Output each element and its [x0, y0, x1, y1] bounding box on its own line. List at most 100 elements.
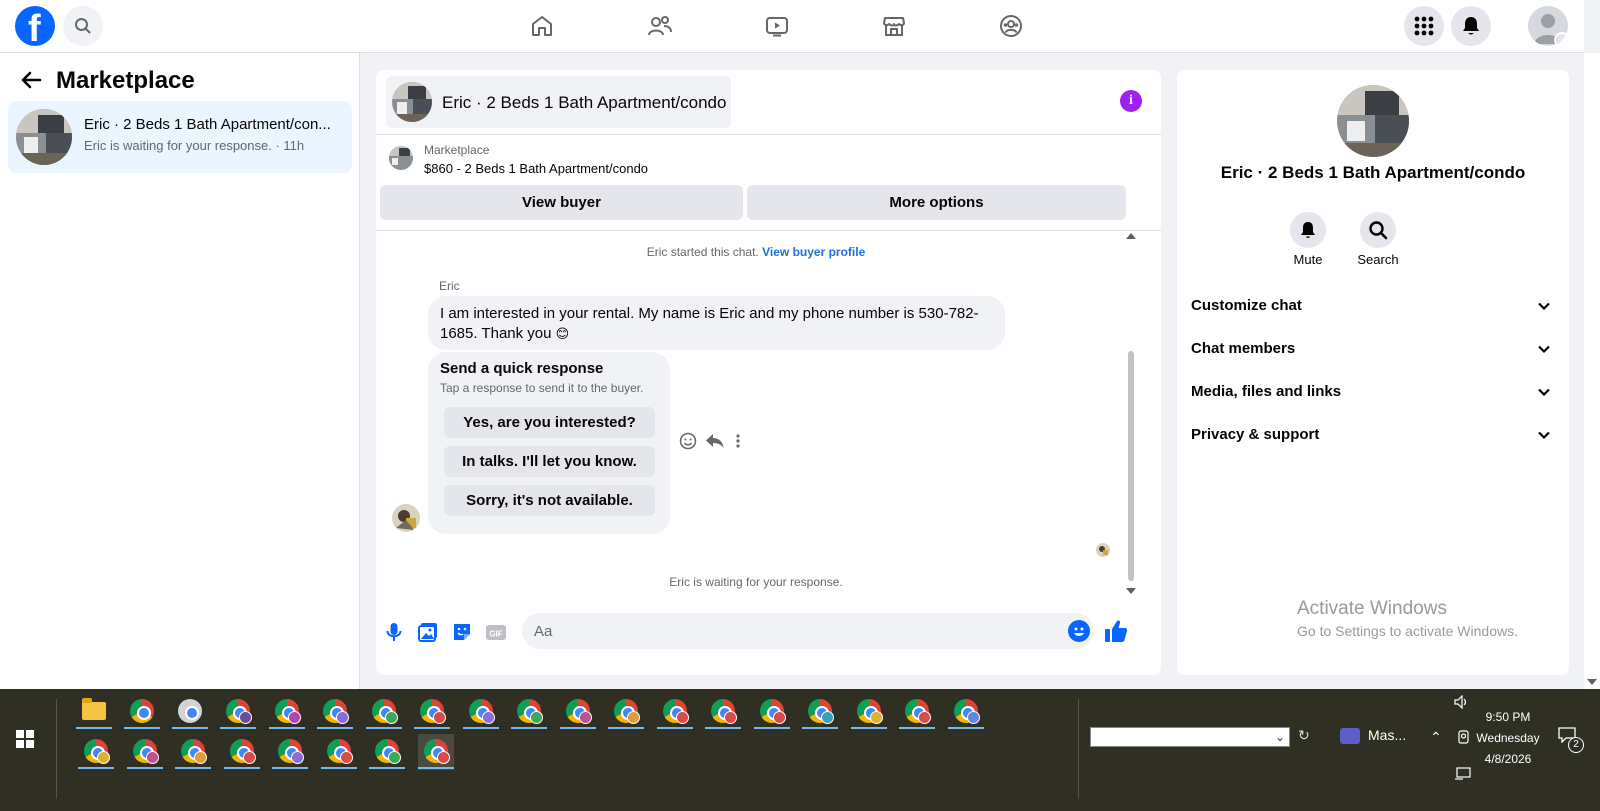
- page-scrollbar[interactable]: [1584, 53, 1600, 689]
- menu-button[interactable]: [1404, 6, 1444, 46]
- chrome-profile-icon[interactable]: [320, 734, 357, 770]
- sticker-icon[interactable]: [451, 621, 473, 643]
- microphone-icon[interactable]: [383, 621, 405, 643]
- listing-name[interactable]: $860 - 2 Beds 1 Bath Apartment/condo: [424, 161, 648, 176]
- chevron-down-icon: [1538, 302, 1550, 311]
- message-input[interactable]: [522, 613, 1094, 649]
- customize-chat-section[interactable]: Customize chat: [1191, 287, 1555, 327]
- thumbs-up-icon[interactable]: [1103, 618, 1129, 644]
- running-indicator: [320, 767, 357, 769]
- chevron-down-icon: [1538, 388, 1550, 397]
- photo-icon[interactable]: [417, 621, 439, 643]
- chrome-profile-icon[interactable]: [802, 694, 838, 730]
- chrome-profile-icon[interactable]: [559, 694, 596, 730]
- sender-avatar[interactable]: [392, 504, 420, 532]
- quick-response-card: Send a quick response Tap a response to …: [428, 352, 670, 534]
- chrome-profile-icon[interactable]: [78, 734, 114, 770]
- nav-home[interactable]: [522, 6, 562, 46]
- info-icon[interactable]: i: [1120, 90, 1142, 112]
- scroll-down-arrow[interactable]: [1126, 588, 1136, 594]
- view-buyer-button[interactable]: View buyer: [380, 185, 743, 220]
- profile-badge: [194, 751, 207, 764]
- chrome-profile-icon[interactable]: [947, 694, 984, 730]
- file-explorer-icon[interactable]: [76, 694, 112, 730]
- chat-header[interactable]: Eric · 2 Beds 1 Bath Apartment/condo: [386, 76, 731, 128]
- chrome-profile-icon[interactable]: [462, 694, 499, 730]
- menu-grid-icon: [1414, 16, 1434, 36]
- chrome-profile-icon[interactable]: [414, 694, 450, 730]
- nav-video[interactable]: [757, 6, 797, 46]
- chrome-profile-icon[interactable]: [317, 694, 353, 730]
- running-indicator: [753, 727, 790, 729]
- scroll-thumb[interactable]: [1128, 351, 1134, 581]
- media-files-links-section[interactable]: Media, files and links: [1191, 373, 1555, 413]
- windows-start-icon[interactable]: [16, 730, 34, 748]
- chrome-profile-icon[interactable]: [220, 694, 256, 730]
- notifications-button[interactable]: [1451, 6, 1491, 46]
- profile-badge: [481, 711, 495, 724]
- more-options-button[interactable]: More options: [747, 185, 1126, 220]
- quick-response-option[interactable]: In talks. I'll let you know.: [444, 446, 655, 477]
- chrome-profile-icon[interactable]: [223, 734, 260, 770]
- left-panel: Marketplace Eric · 2 Beds 1 Bath Apartme…: [0, 53, 360, 689]
- emoji-icon[interactable]: [1068, 620, 1090, 642]
- refresh-icon[interactable]: ↻: [1298, 727, 1316, 747]
- listing-thumbnail: [16, 109, 72, 165]
- system-clock[interactable]: 9:50 PM Wednesday 4/8/2026: [1462, 707, 1554, 770]
- profile-badge: [918, 711, 931, 724]
- chrome-profile-icon[interactable]: [268, 694, 305, 730]
- more-icon[interactable]: [735, 432, 741, 455]
- privacy-support-section[interactable]: Privacy & support: [1191, 416, 1555, 456]
- message-bubble[interactable]: I am interested in your rental. My name …: [428, 296, 1005, 350]
- running-indicator: [511, 727, 547, 729]
- chrome-profile-icon[interactable]: [124, 694, 160, 730]
- quick-response-option[interactable]: Yes, are you interested?: [444, 407, 655, 438]
- nav-groups[interactable]: [991, 6, 1031, 46]
- profile-badge: [966, 711, 980, 724]
- scroll-down-arrow[interactable]: [1587, 679, 1597, 685]
- gif-icon[interactable]: GIF: [485, 621, 507, 643]
- chrome-profile-icon[interactable]: [850, 694, 887, 730]
- profile-badge: [97, 751, 110, 764]
- top-navigation-bar: f: [0, 0, 1584, 53]
- react-icon[interactable]: [679, 432, 697, 455]
- facebook-logo[interactable]: f: [15, 6, 55, 50]
- snipping-tool-icon[interactable]: [172, 694, 208, 730]
- chrome-profile-icon[interactable]: [417, 734, 454, 770]
- chrome-icon: [130, 699, 154, 723]
- reply-icon[interactable]: [705, 432, 725, 455]
- chrome-profile-icon[interactable]: [369, 734, 405, 770]
- nav-friends[interactable]: [639, 6, 679, 46]
- chevron-down-icon[interactable]: ⌄: [1275, 730, 1285, 744]
- chrome-profile-icon[interactable]: [753, 694, 790, 730]
- mute-label: Mute: [1293, 252, 1323, 267]
- nav-marketplace[interactable]: [874, 6, 914, 46]
- chrome-profile-icon[interactable]: [365, 694, 402, 730]
- view-buyer-profile-link[interactable]: View buyer profile: [762, 245, 865, 259]
- back-arrow-icon[interactable]: [20, 69, 42, 91]
- chrome-profile-icon[interactable]: [272, 734, 308, 770]
- action-center-button[interactable]: 2: [1558, 727, 1584, 753]
- chat-scrollbar[interactable]: [1124, 231, 1138, 596]
- chevron-down-icon: [1538, 345, 1550, 354]
- chrome-profile-icon[interactable]: [608, 694, 644, 730]
- search-in-chat-button[interactable]: Search: [1348, 212, 1408, 267]
- tool-glyph: [178, 699, 202, 723]
- chrome-profile-icon[interactable]: [175, 734, 211, 770]
- search-button[interactable]: [63, 6, 103, 46]
- scroll-up-arrow[interactable]: [1126, 233, 1136, 239]
- search-label: Search: [1357, 252, 1399, 267]
- taskbar-app-button[interactable]: Mas...: [1340, 727, 1406, 745]
- chrome-profile-icon[interactable]: [899, 694, 935, 730]
- chrome-profile-icon[interactable]: [705, 694, 741, 730]
- account-avatar[interactable]: [1528, 6, 1568, 46]
- conversation-item[interactable]: Eric · 2 Beds 1 Bath Apartment/con... Er…: [8, 101, 352, 173]
- quick-response-option[interactable]: Sorry, it's not available.: [444, 485, 655, 516]
- chrome-profile-icon[interactable]: [511, 694, 547, 730]
- taskbar-address-box[interactable]: ⌄: [1090, 727, 1290, 747]
- chat-members-section[interactable]: Chat members: [1191, 330, 1555, 370]
- chrome-profile-icon[interactable]: [656, 694, 693, 730]
- show-hidden-icons-chevron-icon[interactable]: ⌃: [1430, 729, 1442, 746]
- mute-button[interactable]: Mute: [1278, 212, 1338, 267]
- chrome-profile-icon[interactable]: [126, 734, 163, 770]
